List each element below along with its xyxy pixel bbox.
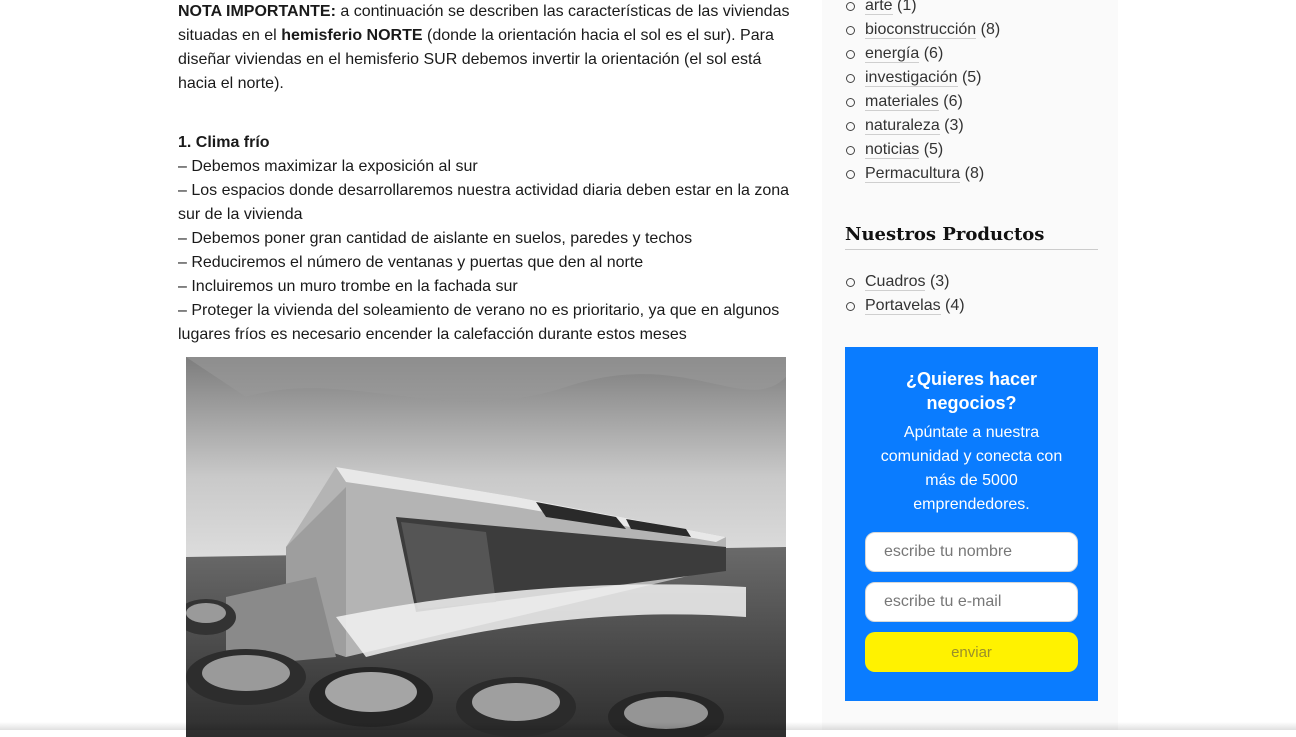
product-link-portavelas[interactable]: Portavelas <box>865 297 941 315</box>
categories-list: arte (1) bioconstrucción (8) energía (6)… <box>845 0 1098 186</box>
section-title: 1. Clima frío <box>178 134 270 151</box>
page-bottom-shadow <box>0 722 1296 730</box>
category-item: Permacultura (8) <box>845 162 1098 186</box>
category-item: investigación (5) <box>845 66 1098 90</box>
category-link-bioconstruccion[interactable]: bioconstrucción <box>865 21 977 39</box>
note-label: NOTA IMPORTANTE: <box>178 3 336 20</box>
category-count: (3) <box>944 117 964 134</box>
category-count: (8) <box>980 21 1001 38</box>
category-link-investigacion[interactable]: investigación <box>865 69 958 87</box>
category-item: bioconstrucción (8) <box>845 18 1098 42</box>
bullet-line: – Debemos poner gran cantidad de aislant… <box>178 230 693 247</box>
product-link-cuadros[interactable]: Cuadros <box>865 273 926 291</box>
category-item: noticias (5) <box>845 138 1098 162</box>
category-link-materiales[interactable]: materiales <box>865 93 939 111</box>
submit-button[interactable]: enviar <box>865 632 1078 672</box>
category-count: (6) <box>943 93 963 110</box>
products-list: Cuadros (3) Portavelas (4) <box>845 270 1098 318</box>
category-item: materiales (6) <box>845 90 1098 114</box>
product-item: Cuadros (3) <box>845 270 1098 294</box>
category-link-permacultura[interactable]: Permacultura <box>865 165 961 183</box>
note-emphasis: hemisferio NORTE <box>281 27 423 44</box>
category-item: energía (6) <box>845 42 1098 66</box>
signup-title: ¿Quieres hacer negocios? <box>905 369 1038 413</box>
category-item: arte (1) <box>845 0 1098 18</box>
bullet-line: – Debemos maximizar la exposición al sur <box>178 158 478 175</box>
category-link-noticias[interactable]: noticias <box>865 141 920 159</box>
product-item: Portavelas (4) <box>845 294 1098 318</box>
sidebar: arte (1) bioconstrucción (8) energía (6)… <box>845 0 1098 318</box>
category-link-energia[interactable]: energía <box>865 45 920 63</box>
product-count: (3) <box>929 273 950 290</box>
email-field[interactable] <box>865 582 1078 622</box>
bullet-line: – Los espacios donde desarrollaremos nue… <box>178 182 790 223</box>
earthship-illustration <box>186 357 786 737</box>
category-count: (5) <box>961 69 982 86</box>
newsletter-signup-box: ¿Quieres hacer negocios? Apúntate a nues… <box>845 347 1098 701</box>
bullet-line: – Incluiremos un muro trombe en la facha… <box>178 278 518 295</box>
category-link-naturaleza[interactable]: naturaleza <box>865 117 940 135</box>
category-item: naturaleza (3) <box>845 114 1098 138</box>
earthship-photo <box>186 357 786 737</box>
cold-climate-section: 1. Clima frío – Debemos maximizar la exp… <box>178 131 798 347</box>
signup-description: Apúntate a nuestra comunidad y conecta c… <box>880 424 1063 513</box>
article-content: NOTA IMPORTANTE: a continuación se descr… <box>178 0 798 737</box>
products-widget-title: Nuestros Productos <box>845 224 1098 250</box>
category-count: (6) <box>923 45 944 62</box>
name-field[interactable] <box>865 532 1078 572</box>
important-note: NOTA IMPORTANTE: a continuación se descr… <box>178 0 798 96</box>
product-count: (4) <box>945 297 965 314</box>
bullet-line: – Proteger la vivienda del soleamiento d… <box>178 302 780 343</box>
category-count: (1) <box>897 0 917 14</box>
category-link-arte[interactable]: arte <box>865 0 893 15</box>
category-count: (8) <box>964 165 985 182</box>
category-count: (5) <box>923 141 944 158</box>
bullet-line: – Reduciremos el número de ventanas y pu… <box>178 254 644 271</box>
